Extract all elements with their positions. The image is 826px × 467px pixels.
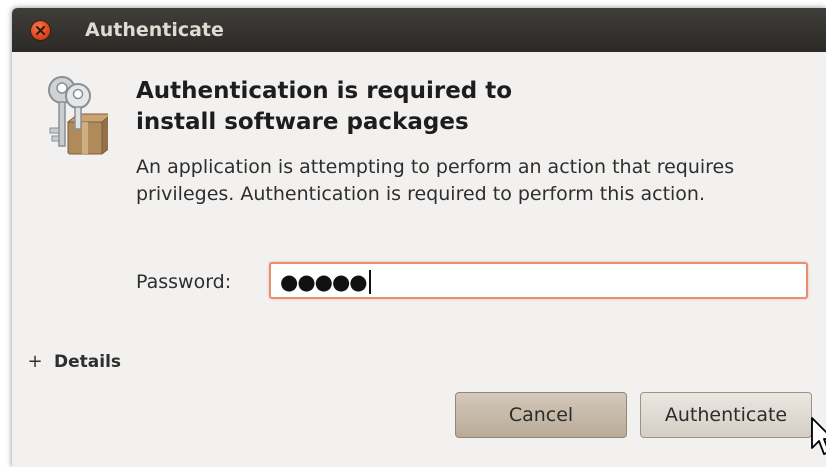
expand-plus-icon[interactable]: + bbox=[26, 353, 44, 371]
mouse-pointer-icon bbox=[811, 417, 826, 455]
heading-line-2: install software packages bbox=[136, 109, 469, 135]
password-value-row: ●●●●● bbox=[280, 270, 371, 294]
password-field[interactable]: ●●●●● bbox=[269, 262, 808, 299]
cancel-button[interactable]: Cancel bbox=[455, 392, 627, 438]
password-label: Password: bbox=[136, 271, 232, 293]
close-icon bbox=[35, 25, 46, 36]
details-expander[interactable]: + Details bbox=[26, 350, 121, 374]
password-dots: ●●●●● bbox=[280, 270, 368, 294]
close-button[interactable] bbox=[31, 21, 50, 40]
heading-line-1: Authentication is required to bbox=[136, 78, 513, 104]
window-title: Authenticate bbox=[85, 19, 224, 41]
details-label[interactable]: Details bbox=[54, 352, 121, 372]
text-caret bbox=[368, 270, 371, 294]
authenticate-dialog: Authenticate Authentication is required … bbox=[12, 8, 826, 467]
authenticate-button[interactable]: Authenticate bbox=[640, 392, 812, 438]
title-bar[interactable]: Authenticate bbox=[12, 8, 826, 52]
dialog-message: An application is attempting to perform … bbox=[136, 156, 735, 205]
keys-icon bbox=[48, 76, 108, 156]
dialog-heading: Authentication is required to install so… bbox=[136, 76, 696, 138]
